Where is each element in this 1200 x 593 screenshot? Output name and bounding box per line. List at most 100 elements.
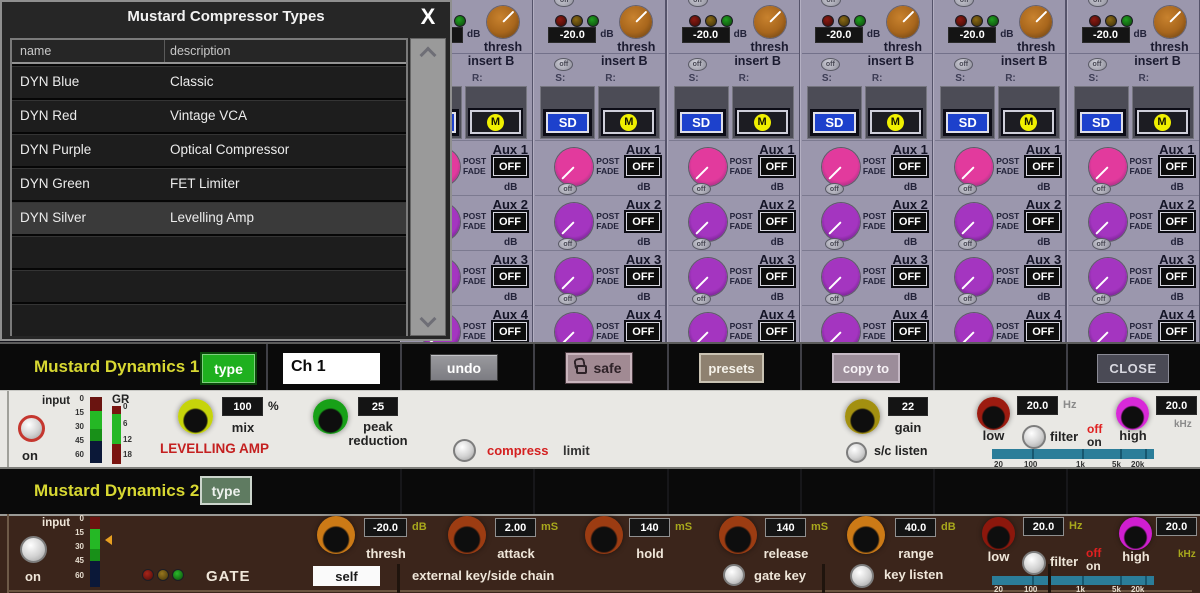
aux-state-button[interactable]: OFF [760,157,794,176]
aux-state-button[interactable]: OFF [1026,267,1060,286]
aux-off-button[interactable]: off [558,238,577,250]
presets-button[interactable]: presets [699,353,764,383]
aux-state-button[interactable]: OFF [493,267,527,286]
close-button[interactable]: CLOSE [1097,354,1169,383]
aux-send-knob[interactable] [1089,313,1127,342]
threshold-knob[interactable] [620,6,652,38]
mix-knob[interactable] [178,399,213,434]
gate-key-button[interactable] [723,564,745,586]
aux-send-knob[interactable] [955,203,993,241]
compressor-type-row[interactable]: DYN SilverLevelling Amp [12,200,406,234]
aux-send-knob[interactable] [1089,258,1127,296]
aux-state-button[interactable]: OFF [1026,322,1060,341]
gate-thresh-knob[interactable] [317,516,355,554]
off-button[interactable]: off [554,0,574,7]
mute-button[interactable]: M [1137,110,1188,134]
insert-off-button[interactable]: off [554,58,573,71]
aux-off-button[interactable]: off [958,238,977,250]
aux-state-button[interactable]: OFF [1160,267,1194,286]
aux-send-knob[interactable] [555,203,593,241]
key-listen-button[interactable] [850,564,874,588]
type-button[interactable]: type [200,352,257,385]
high-filter-value[interactable]: 20.0 [1156,396,1197,415]
gate-attack-value[interactable]: 2.00 [495,518,536,537]
scrollbar[interactable] [410,38,446,336]
gate-release-value[interactable]: 140 [765,518,806,537]
aux-state-button[interactable]: OFF [760,267,794,286]
gate-low-filter-value[interactable]: 20.0 [1023,517,1064,536]
mix-value[interactable]: 100 [222,397,263,416]
gate-high-filter-knob[interactable] [1119,517,1152,550]
gate-hold-knob[interactable] [585,516,623,554]
gate-thresh-value[interactable]: -20.0 [364,518,407,537]
threshold-value[interactable]: -20.0 [815,27,863,43]
aux-send-knob[interactable] [822,313,860,342]
compressor-type-row[interactable]: DYN RedVintage VCA [12,98,406,132]
threshold-knob[interactable] [1020,6,1052,38]
chevron-down-icon[interactable] [420,311,437,328]
copy-to-button[interactable]: copy to [832,353,900,383]
threshold-knob[interactable] [887,6,919,38]
aux-send-knob[interactable] [1089,148,1127,186]
threshold-value[interactable]: -20.0 [1082,27,1130,43]
safe-button[interactable]: safe [566,353,632,383]
mute-button[interactable]: M [603,110,654,134]
peak-reduction-value[interactable]: 25 [358,397,398,416]
aux-state-button[interactable]: OFF [626,267,660,286]
sd-button[interactable]: SD [546,112,589,133]
aux-state-button[interactable]: OFF [493,322,527,341]
compressor-type-row-empty[interactable] [12,234,406,268]
off-button[interactable]: off [954,0,974,7]
close-icon[interactable]: X [408,3,448,31]
sd-button[interactable]: SD [1080,112,1123,133]
insert-off-button[interactable]: off [688,58,707,71]
compressor-type-row-empty[interactable] [12,302,406,336]
aux-state-button[interactable]: OFF [1026,157,1060,176]
aux-state-button[interactable]: OFF [626,212,660,231]
aux-off-button[interactable]: off [825,293,844,305]
off-button[interactable]: off [821,0,841,7]
channel-name-field[interactable]: Ch 1 [283,353,380,384]
threshold-knob[interactable] [487,6,519,38]
aux-state-button[interactable]: OFF [1026,212,1060,231]
compressor-type-row-empty[interactable] [12,268,406,302]
gate-on-button[interactable] [20,536,47,563]
aux-off-button[interactable]: off [558,183,577,195]
compressor-type-row[interactable]: DYN PurpleOptical Compressor [12,132,406,166]
aux-send-knob[interactable] [955,258,993,296]
type-button[interactable]: type [200,476,252,505]
mute-button[interactable]: M [1003,110,1054,134]
mute-button[interactable]: M [870,110,921,134]
sd-button[interactable]: SD [680,112,723,133]
threshold-value[interactable]: -20.0 [682,27,730,43]
aux-state-button[interactable]: OFF [1160,322,1194,341]
aux-send-knob[interactable] [1089,203,1127,241]
aux-off-button[interactable]: off [825,183,844,195]
chevron-up-icon[interactable] [420,47,437,64]
gate-high-filter-value[interactable]: 20.0 [1156,517,1197,536]
aux-send-knob[interactable] [955,148,993,186]
aux-state-button[interactable]: OFF [493,212,527,231]
aux-off-button[interactable]: off [958,293,977,305]
low-filter-value[interactable]: 20.0 [1017,396,1058,415]
off-button[interactable]: off [1088,0,1108,7]
filter-toggle-button[interactable] [1022,425,1046,449]
aux-state-button[interactable]: OFF [493,157,527,176]
aux-off-button[interactable]: off [1092,293,1111,305]
aux-off-button[interactable]: off [1092,183,1111,195]
aux-send-knob[interactable] [555,313,593,342]
aux-state-button[interactable]: OFF [1160,212,1194,231]
aux-send-knob[interactable] [689,258,727,296]
aux-off-button[interactable]: off [692,238,711,250]
aux-state-button[interactable]: OFF [760,212,794,231]
high-filter-knob[interactable] [1116,397,1149,430]
compressor-type-row[interactable]: DYN GreenFET Limiter [12,166,406,200]
threshold-value[interactable]: -20.0 [948,27,996,43]
insert-off-button[interactable]: off [821,58,840,71]
sd-button[interactable]: SD [813,112,856,133]
aux-off-button[interactable]: off [692,293,711,305]
sd-button[interactable]: SD [946,112,989,133]
aux-state-button[interactable]: OFF [760,322,794,341]
mute-button[interactable]: M [470,110,521,134]
aux-off-button[interactable]: off [558,293,577,305]
